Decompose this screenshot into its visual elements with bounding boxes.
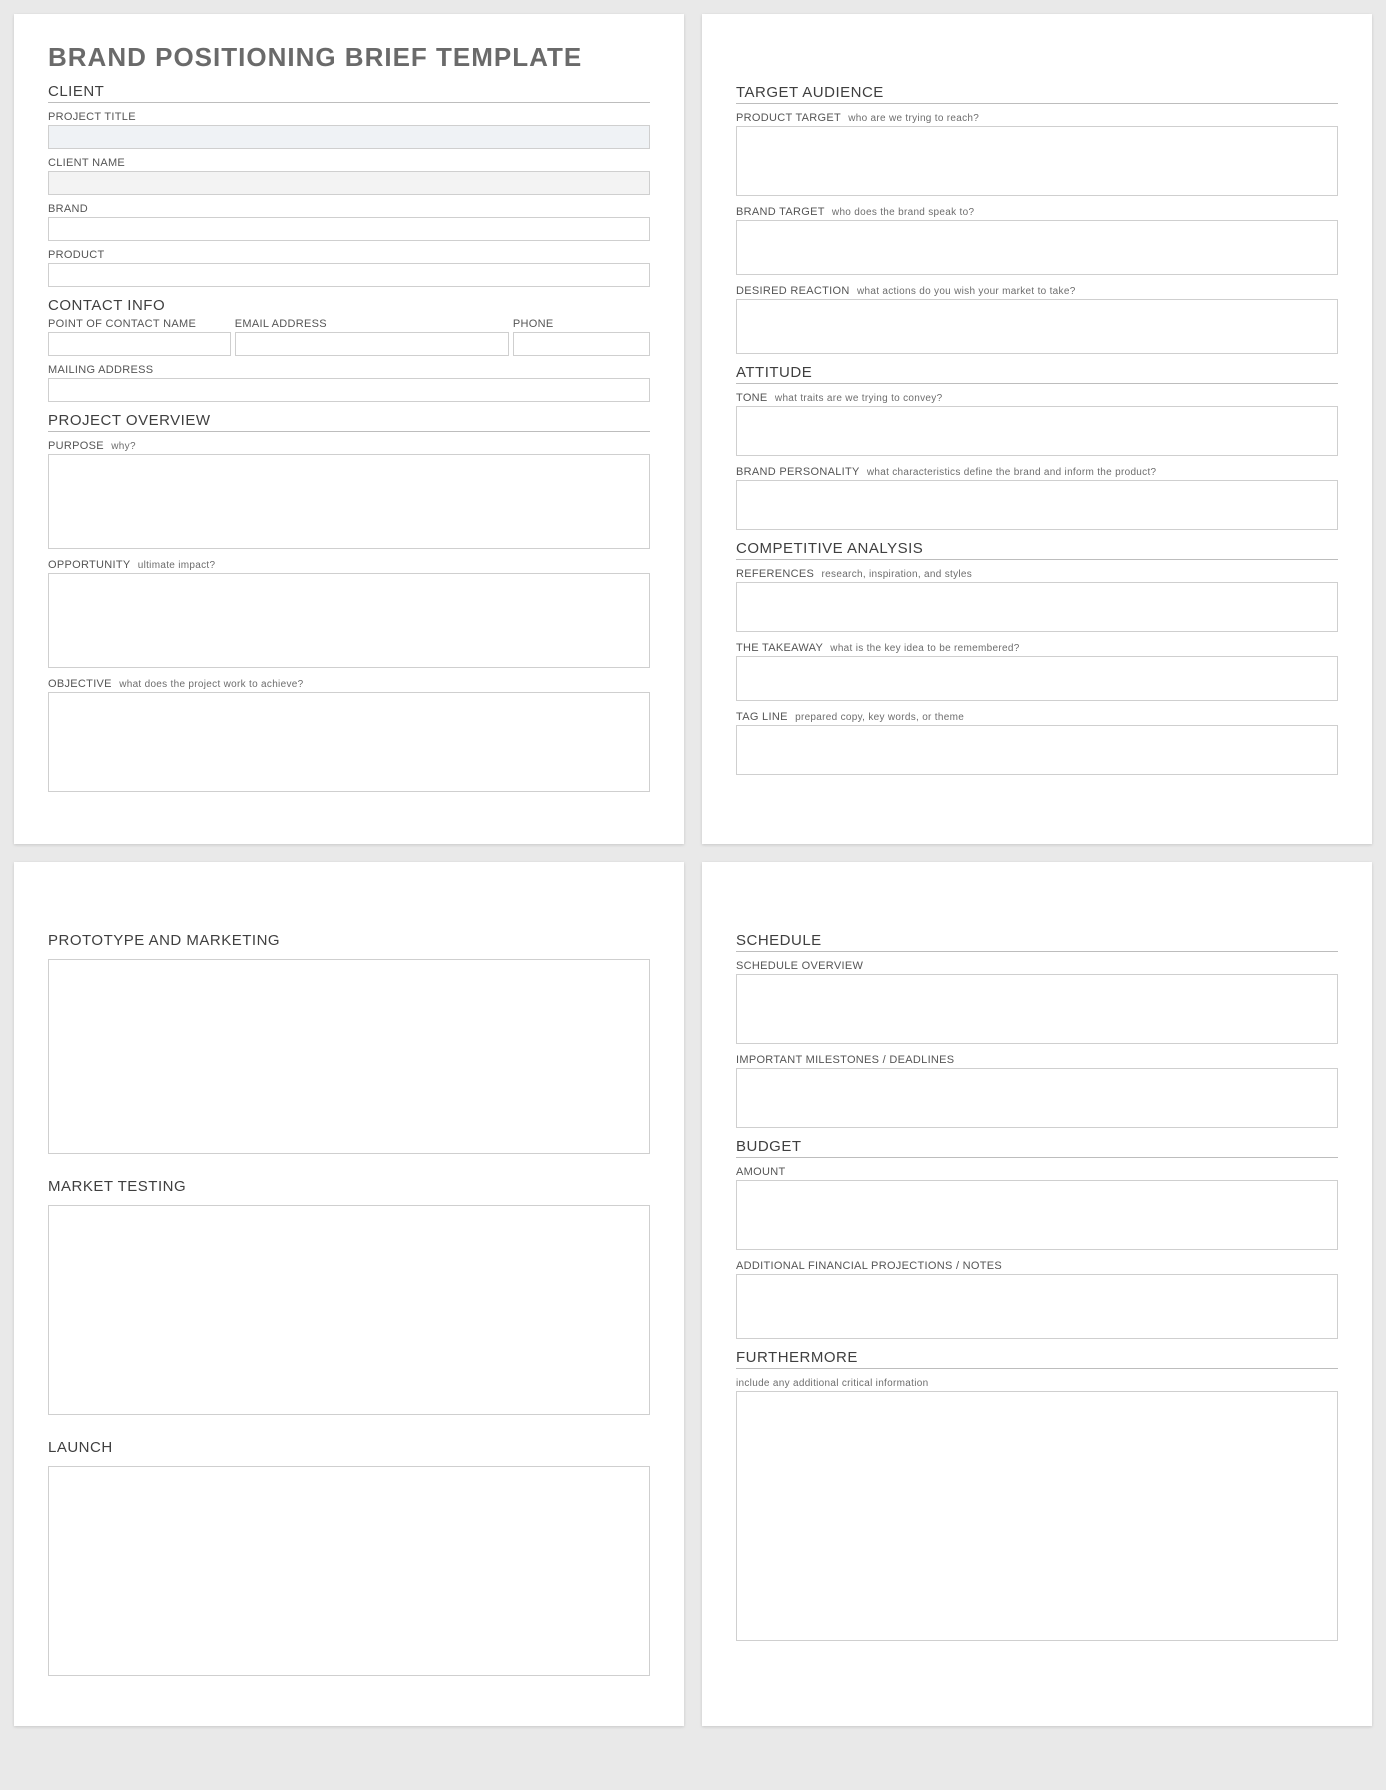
input-product-target[interactable] bbox=[736, 126, 1338, 196]
label-references: REFERENCES research, inspiration, and st… bbox=[736, 568, 1338, 580]
hint-objective: what does the project work to achieve? bbox=[119, 679, 303, 690]
input-client-name[interactable] bbox=[48, 171, 650, 195]
input-objective[interactable] bbox=[48, 692, 650, 792]
input-phone[interactable] bbox=[513, 332, 650, 356]
section-overview: PROJECT OVERVIEW bbox=[48, 412, 650, 432]
input-tagline[interactable] bbox=[736, 725, 1338, 775]
section-launch: LAUNCH bbox=[48, 1439, 650, 1458]
input-purpose[interactable] bbox=[48, 454, 650, 549]
label-tagline: TAG LINE prepared copy, key words, or th… bbox=[736, 711, 1338, 723]
input-brand[interactable] bbox=[48, 217, 650, 241]
input-mailing[interactable] bbox=[48, 378, 650, 402]
label-email: EMAIL ADDRESS bbox=[235, 318, 509, 330]
section-prototype-marketing: PROTOTYPE AND MARKETING bbox=[48, 932, 650, 951]
label-furthermore-hint: include any additional critical informat… bbox=[736, 1377, 1338, 1389]
label-amount: AMOUNT bbox=[736, 1166, 1338, 1178]
label-tone-text: TONE bbox=[736, 392, 768, 404]
input-tone[interactable] bbox=[736, 406, 1338, 456]
label-mailing: MAILING ADDRESS bbox=[48, 364, 650, 376]
top-margin-spacer-2l bbox=[48, 890, 650, 922]
label-financial-notes: ADDITIONAL FINANCIAL PROJECTIONS / NOTES bbox=[736, 1260, 1338, 1272]
page-1-left: BRAND POSITIONING BRIEF TEMPLATE CLIENT … bbox=[14, 14, 684, 844]
section-market-testing: MARKET TESTING bbox=[48, 1178, 650, 1197]
label-product-target: PRODUCT TARGET who are we trying to reac… bbox=[736, 112, 1338, 124]
page-2-right: SCHEDULE SCHEDULE OVERVIEW IMPORTANT MIL… bbox=[702, 862, 1372, 1726]
input-project-title[interactable] bbox=[48, 125, 650, 149]
input-brand-target[interactable] bbox=[736, 220, 1338, 275]
hint-takeaway: what is the key idea to be remembered? bbox=[830, 643, 1019, 654]
input-opportunity[interactable] bbox=[48, 573, 650, 668]
label-brand-personality: BRAND PERSONALITY what characteristics d… bbox=[736, 466, 1338, 478]
section-competitive: COMPETITIVE ANALYSIS bbox=[736, 540, 1338, 560]
hint-brand-target: who does the brand speak to? bbox=[832, 207, 974, 218]
label-desired-reaction: DESIRED REACTION what actions do you wis… bbox=[736, 285, 1338, 297]
section-client: CLIENT bbox=[48, 83, 650, 103]
label-references-text: REFERENCES bbox=[736, 568, 814, 580]
label-brand: BRAND bbox=[48, 203, 650, 215]
input-furthermore[interactable] bbox=[736, 1391, 1338, 1641]
hint-tagline: prepared copy, key words, or theme bbox=[795, 712, 964, 723]
label-tagline-text: TAG LINE bbox=[736, 711, 788, 723]
input-brand-personality[interactable] bbox=[736, 480, 1338, 530]
hint-brand-personality: what characteristics define the brand an… bbox=[867, 467, 1157, 478]
input-market-testing[interactable] bbox=[48, 1205, 650, 1415]
label-objective-text: OBJECTIVE bbox=[48, 678, 112, 690]
input-milestones[interactable] bbox=[736, 1068, 1338, 1128]
document-canvas: BRAND POSITIONING BRIEF TEMPLATE CLIENT … bbox=[0, 0, 1386, 1740]
input-financial-notes[interactable] bbox=[736, 1274, 1338, 1339]
section-schedule: SCHEDULE bbox=[736, 932, 1338, 952]
hint-opportunity: ultimate impact? bbox=[138, 560, 216, 571]
hint-tone: what traits are we trying to convey? bbox=[775, 393, 943, 404]
input-launch[interactable] bbox=[48, 1466, 650, 1676]
top-margin-spacer bbox=[736, 42, 1338, 74]
input-schedule-overview[interactable] bbox=[736, 974, 1338, 1044]
label-brand-target: BRAND TARGET who does the brand speak to… bbox=[736, 206, 1338, 218]
label-purpose: PURPOSE why? bbox=[48, 440, 650, 452]
input-amount[interactable] bbox=[736, 1180, 1338, 1250]
input-prototype-marketing[interactable] bbox=[48, 959, 650, 1154]
section-audience: TARGET AUDIENCE bbox=[736, 84, 1338, 104]
input-references[interactable] bbox=[736, 582, 1338, 632]
hint-furthermore: include any additional critical informat… bbox=[736, 1378, 928, 1389]
hint-purpose: why? bbox=[111, 441, 136, 452]
section-contact: CONTACT INFO bbox=[48, 297, 650, 316]
label-takeaway-text: THE TAKEAWAY bbox=[736, 642, 823, 654]
label-brand-personality-text: BRAND PERSONALITY bbox=[736, 466, 859, 478]
label-schedule-overview: SCHEDULE OVERVIEW bbox=[736, 960, 1338, 972]
input-takeaway[interactable] bbox=[736, 656, 1338, 701]
label-milestones: IMPORTANT MILESTONES / DEADLINES bbox=[736, 1054, 1338, 1066]
input-product[interactable] bbox=[48, 263, 650, 287]
label-poc: POINT OF CONTACT NAME bbox=[48, 318, 231, 330]
label-brand-target-text: BRAND TARGET bbox=[736, 206, 825, 218]
label-client-name: CLIENT NAME bbox=[48, 157, 650, 169]
label-desired-reaction-text: DESIRED REACTION bbox=[736, 285, 850, 297]
page-1-right: TARGET AUDIENCE PRODUCT TARGET who are w… bbox=[702, 14, 1372, 844]
input-email[interactable] bbox=[235, 332, 509, 356]
label-project-title: PROJECT TITLE bbox=[48, 111, 650, 123]
section-attitude: ATTITUDE bbox=[736, 364, 1338, 384]
label-takeaway: THE TAKEAWAY what is the key idea to be … bbox=[736, 642, 1338, 654]
label-tone: TONE what traits are we trying to convey… bbox=[736, 392, 1338, 404]
label-objective: OBJECTIVE what does the project work to … bbox=[48, 678, 650, 690]
hint-references: research, inspiration, and styles bbox=[822, 569, 973, 580]
input-poc[interactable] bbox=[48, 332, 231, 356]
document-title: BRAND POSITIONING BRIEF TEMPLATE bbox=[48, 42, 650, 73]
input-desired-reaction[interactable] bbox=[736, 299, 1338, 354]
label-opportunity-text: OPPORTUNITY bbox=[48, 559, 130, 571]
label-product-target-text: PRODUCT TARGET bbox=[736, 112, 841, 124]
label-opportunity: OPPORTUNITY ultimate impact? bbox=[48, 559, 650, 571]
page-2-left: PROTOTYPE AND MARKETING MARKET TESTING L… bbox=[14, 862, 684, 1726]
label-product: PRODUCT bbox=[48, 249, 650, 261]
section-budget: BUDGET bbox=[736, 1138, 1338, 1158]
label-phone: PHONE bbox=[513, 318, 650, 330]
hint-desired-reaction: what actions do you wish your market to … bbox=[857, 286, 1076, 297]
label-purpose-text: PURPOSE bbox=[48, 440, 104, 452]
section-furthermore: FURTHERMORE bbox=[736, 1349, 1338, 1369]
top-margin-spacer-2r bbox=[736, 890, 1338, 922]
hint-product-target: who are we trying to reach? bbox=[848, 113, 979, 124]
